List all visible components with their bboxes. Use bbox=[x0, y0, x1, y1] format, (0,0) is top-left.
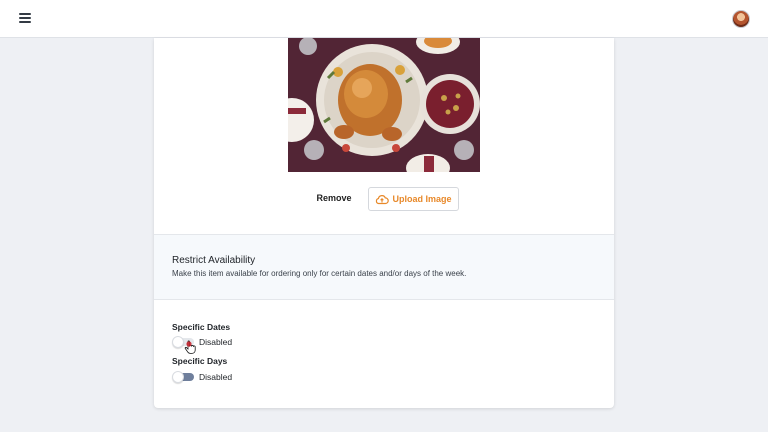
cloud-upload-icon bbox=[376, 194, 390, 204]
item-edit-card: Remove Upload Image Restrict Availabilit… bbox=[154, 38, 614, 408]
specific-dates-state: Disabled bbox=[199, 337, 233, 347]
item-image bbox=[288, 38, 480, 172]
specific-dates-label: Specific Dates bbox=[172, 322, 231, 332]
specific-days-toggle[interactable] bbox=[172, 371, 194, 383]
hand-pointer-cursor-icon bbox=[184, 340, 196, 354]
remove-image-button[interactable]: Remove bbox=[310, 190, 358, 206]
toggle-knob bbox=[172, 371, 184, 383]
restrict-availability-title: Restrict Availability bbox=[172, 255, 256, 266]
hamburger-menu-icon[interactable] bbox=[19, 13, 33, 25]
restrict-availability-description: Make this item available for ordering on… bbox=[172, 269, 467, 278]
top-bar bbox=[0, 0, 768, 38]
upload-image-button[interactable]: Upload Image bbox=[368, 187, 459, 211]
toggle-knob bbox=[172, 336, 184, 348]
specific-days-state: Disabled bbox=[199, 372, 233, 382]
upload-image-label: Upload Image bbox=[392, 194, 452, 204]
specific-days-label: Specific Days bbox=[172, 356, 228, 366]
user-avatar[interactable] bbox=[732, 10, 750, 28]
restrict-availability-section: Restrict Availability Make this item ava… bbox=[154, 234, 614, 300]
